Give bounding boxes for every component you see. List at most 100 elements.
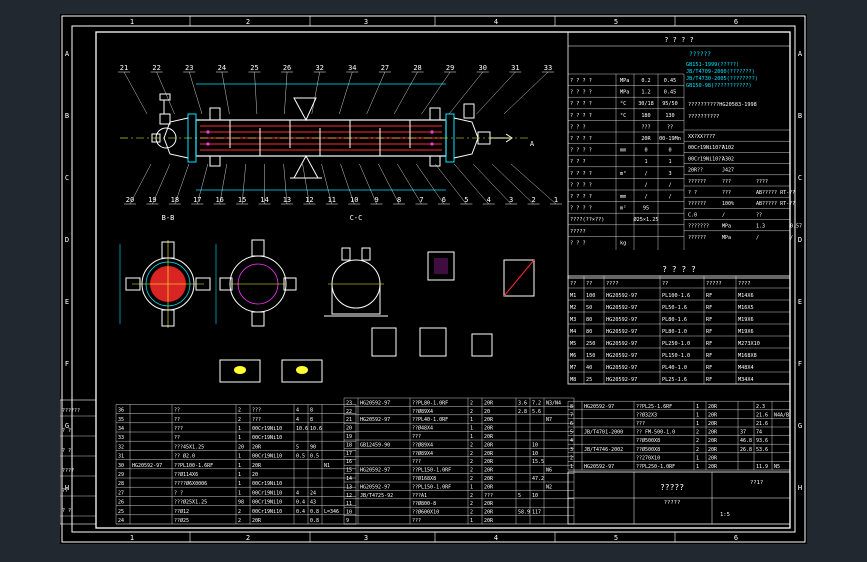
bom-right-cell: 11.9 (756, 464, 768, 470)
bom-mid-cell: ???A1 (412, 493, 427, 499)
part-balloon: 8 (397, 196, 401, 204)
nozzle-cell: M19X6 (738, 329, 754, 335)
bom-left-cell: 1 (238, 463, 241, 469)
drawing-title: ????? (660, 483, 684, 492)
bom-mid-cell: ??Ø600X10 (412, 509, 439, 516)
column-number: 2 (246, 534, 250, 542)
bom-right-cell: N5 (774, 464, 780, 470)
row-letter: C (65, 174, 69, 182)
bom-left-cell: ???45X1.25 (174, 444, 204, 450)
bom-right-cell: 6 (570, 421, 573, 427)
bom-mid-cell: 20R (484, 459, 494, 465)
nozzle-cell: RF (706, 317, 712, 323)
note-line: ??????????HG20583-1998 (688, 102, 757, 108)
tech-grid-cell: AB????? RT-?? (756, 190, 795, 196)
section-views (119, 239, 535, 383)
part-balloon: 31 (511, 64, 519, 72)
part-balloon: 7 (419, 196, 423, 204)
bom-left-cell: 20R (252, 444, 262, 450)
nozzle-header-cell: ?? (662, 281, 668, 287)
bom-mid-cell: 3.6 (518, 400, 527, 406)
section-label-b-b: B-B (162, 214, 175, 222)
bom-left-cell: HG20592-97 (132, 463, 162, 469)
bom-mid-cell: 20R (484, 442, 494, 448)
param-name: ? ? ? ? (570, 148, 592, 154)
part-balloon: 29 (446, 64, 454, 72)
bom-mid-cell: 2 (470, 510, 473, 516)
bom-left-cell: 2 (238, 518, 241, 524)
bom-left-cell: 0.4 (296, 500, 305, 506)
nozzle-cell: M6 (570, 353, 576, 359)
nozzle-header-cell: ???? (738, 281, 751, 287)
nozzle-cell: M19X6 (738, 317, 754, 323)
bom-mid-cell: 23 (346, 400, 352, 406)
bom-mid-cell: 18 (346, 442, 352, 448)
param-name: ? ? ? ? (570, 171, 592, 177)
bom-left-cell: 0.4 (296, 509, 305, 515)
bom-mid-cell: 2 (470, 451, 473, 457)
bom-left-cell: 24 (310, 490, 316, 496)
tech-grid-cell: 1.3 (756, 224, 765, 230)
bom-right-cell: 20R (708, 430, 718, 436)
part-balloon: 4 (487, 196, 491, 204)
bom-mid-cell: 12 (346, 493, 352, 499)
column-number: 4 (494, 534, 498, 542)
bom-mid-cell: 14 (346, 476, 352, 482)
nozzle-cell: RF (706, 341, 712, 347)
row-letter: F (65, 360, 69, 368)
nozzle-cell: M168X8 (738, 353, 757, 359)
bom-left-cell: 35 (118, 417, 124, 423)
nozzle-cell: 50 (586, 305, 592, 311)
nozzle-cell: M3 (570, 317, 576, 323)
bom-mid-cell: 20R (484, 468, 494, 474)
bom-left-cell: 20 (238, 444, 244, 450)
row-letter: B (798, 112, 802, 120)
nozzle-cell: PL250-1.0 (662, 341, 690, 347)
param-value-tube: Ø25×1.25 (634, 216, 659, 223)
tech-grid-cell: A302 (722, 156, 734, 162)
part-balloon: 6 (442, 196, 446, 204)
column-number: 3 (364, 534, 368, 542)
bom-mid-cell: 20R (484, 518, 494, 524)
tech-grid-cell: ? ? (688, 190, 697, 196)
bom-mid-cell: N6 (546, 468, 552, 474)
param-value-shell: 3 (668, 171, 671, 177)
column-number: 5 (614, 18, 618, 26)
param-value-tube: 1.2 (641, 90, 650, 96)
bom-mid-cell: HG20592-97 (360, 400, 390, 406)
tech-grid-cell: 20R?? (688, 168, 703, 174)
view-label-a: A (530, 140, 535, 148)
part-balloon: 34 (348, 64, 356, 72)
bom-mid-cell: 10 (532, 493, 538, 499)
bom-left-cell: ?? (174, 435, 180, 441)
bom-left-cell: 8 (310, 408, 313, 414)
bom-mid-cell: 13 (346, 484, 352, 490)
bom-mid-cell: 20R (484, 434, 494, 440)
tech-grid-cell: ?????? (688, 201, 706, 207)
row-letter: F (798, 360, 802, 368)
tech-table-header: ? ? ? ? (664, 36, 694, 44)
bom-right-cell: 46.8 (740, 438, 752, 444)
bom-right-cell: ??PL250-1.0RF (636, 464, 675, 470)
tech-grid-cell: ??? (722, 179, 731, 185)
bom-right-cell: 20R (708, 438, 718, 444)
nozzle-cell: HG20592-97 (606, 353, 637, 359)
bom-left-cell: 0.8 (310, 518, 319, 524)
nozzle-cell: RF (706, 329, 712, 335)
bom-right-cell: 1 (696, 421, 699, 427)
tech-grid-cell: / (722, 212, 725, 218)
bom-left-cell: 0.5 (296, 454, 305, 460)
bom-mid-cell: ??Ø800-8 (412, 500, 436, 507)
tech-grid-cell: 0.57 (790, 224, 802, 230)
part-balloon: 16 (215, 196, 223, 204)
param-unit: m³ (620, 171, 626, 177)
bom-left-cell: 24 (118, 518, 124, 524)
bom-left-cell: 0.8 (310, 509, 319, 515)
sheet-number: ??1? (750, 480, 763, 486)
engineering-drawing: 112233445566 AABBCCDDEEFFGGHH 21 22 23 2… (60, 15, 806, 543)
bom-right-cell: N4A/B (774, 412, 789, 418)
main-elevation-view (120, 83, 530, 191)
bom-left-cell: 36 (118, 408, 124, 414)
bom-mid-cell: JB/T4725-92 (360, 493, 393, 499)
param-value-shell: 00-19Mn (659, 136, 681, 142)
